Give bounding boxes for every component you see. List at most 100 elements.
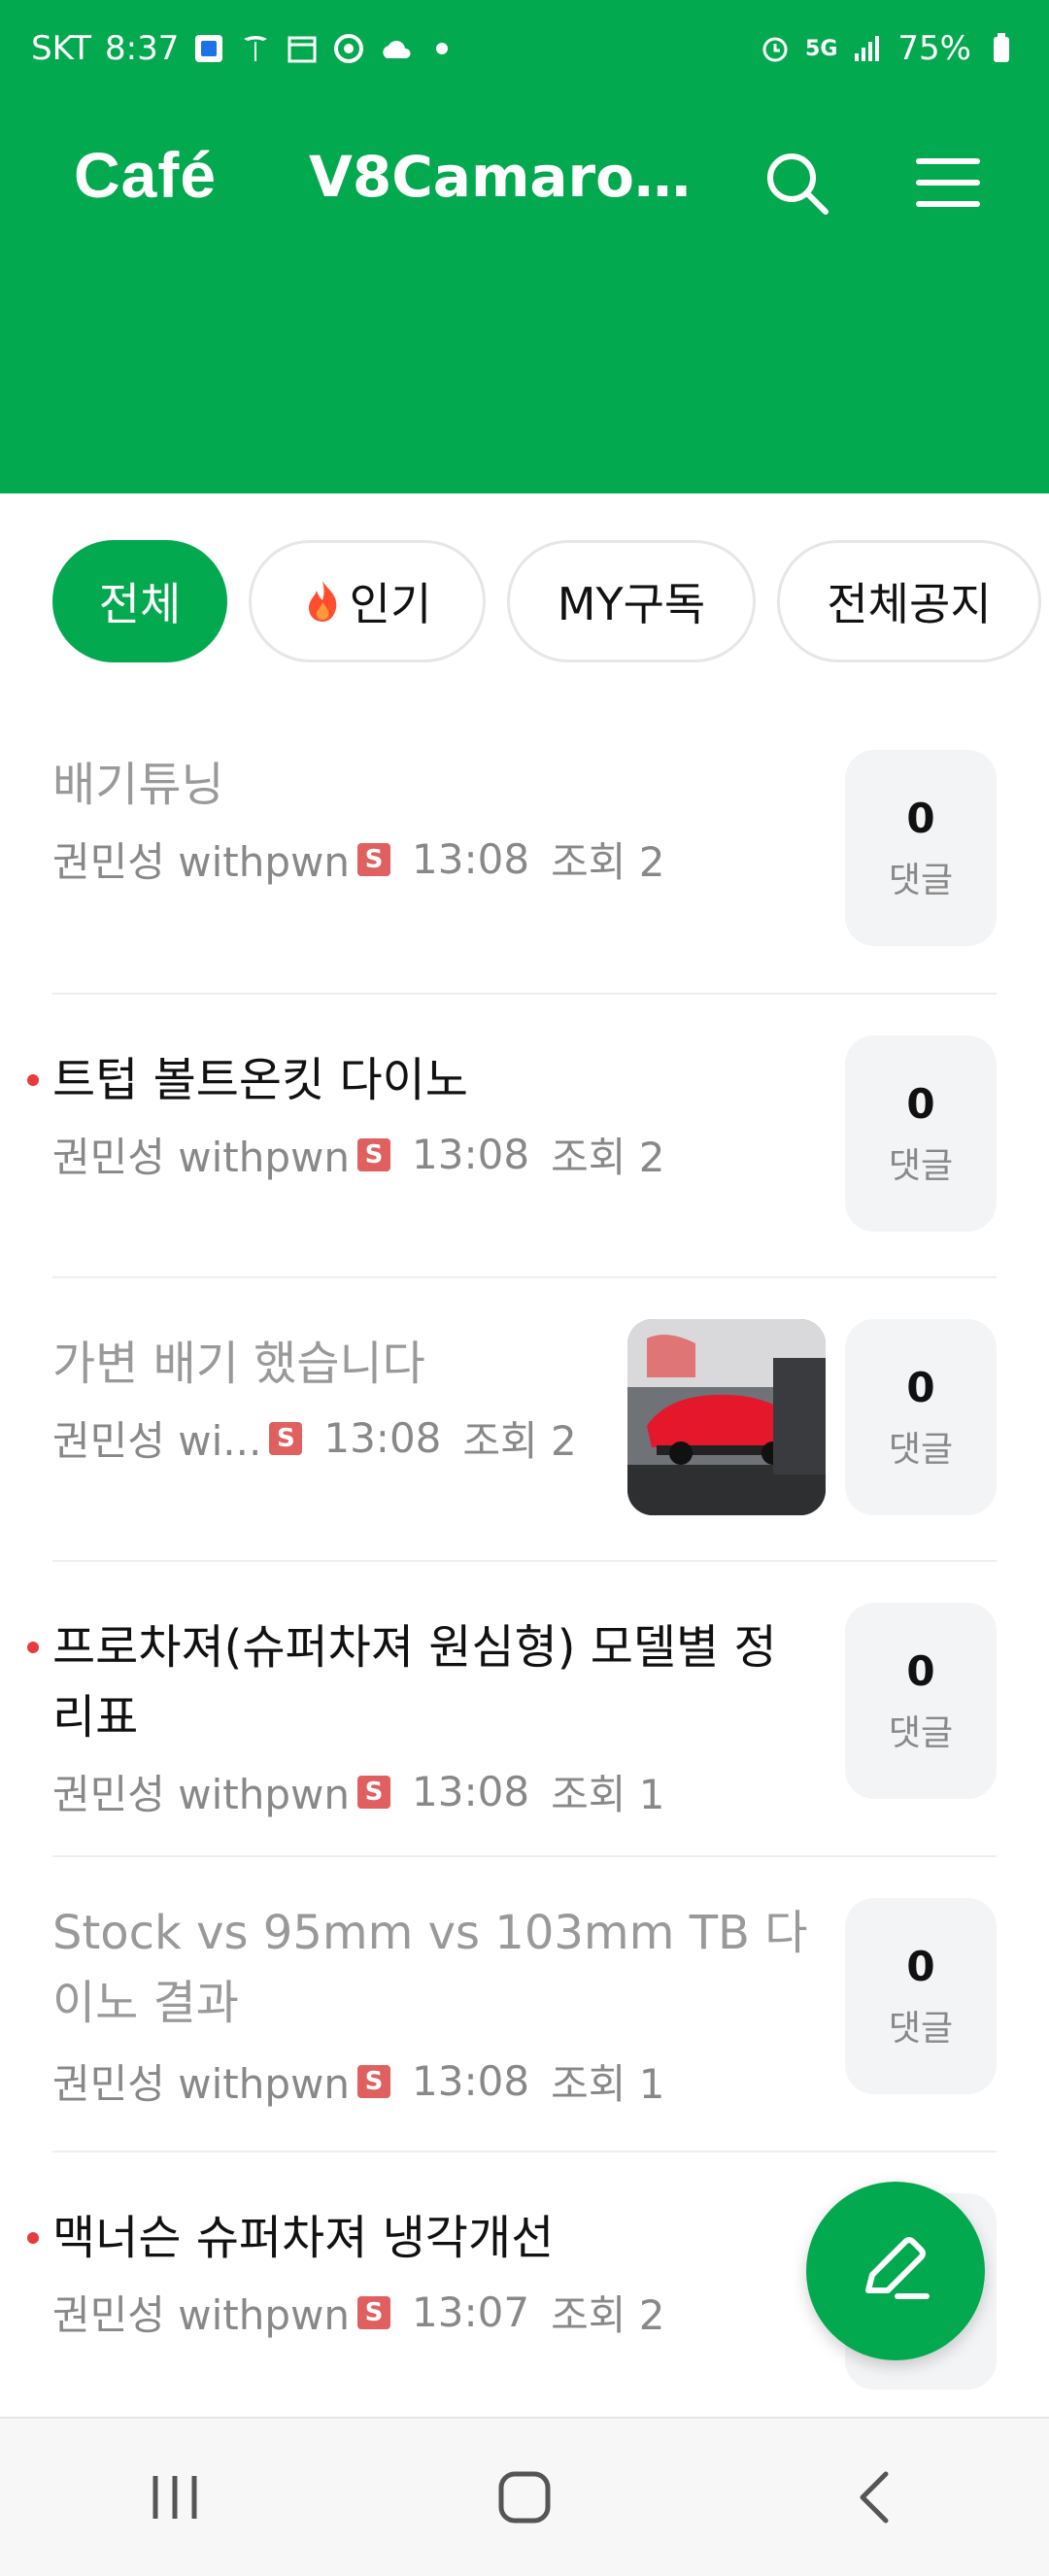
comment-label: 댓글 (888, 2008, 954, 2049)
unread-dot (27, 2232, 39, 2244)
list-item[interactable]: Stock vs 95mm vs 103mm TB 다이노 결과 권민성 wit… (52, 1857, 997, 2152)
post-meta: 권민성 withpwn S 13:08 조회 2 (52, 1125, 664, 1184)
home-button[interactable] (466, 2439, 583, 2556)
staff-badge: S (269, 1421, 303, 1455)
back-button[interactable] (816, 2439, 932, 2556)
cloud-icon (379, 32, 412, 65)
post-title: 배기튜닝 (52, 758, 224, 812)
comment-count: 0 (906, 1942, 935, 1990)
clock: 8:37 (105, 29, 180, 68)
post-views: 조회 1 (551, 1771, 665, 1818)
post-views: 조회 2 (551, 1134, 665, 1181)
calendar-icon (286, 32, 319, 65)
comment-label: 댓글 (888, 1429, 954, 1470)
post-meta: 권민성 wi... S 13:08 조회 2 (52, 1408, 577, 1468)
chip-my-subscriptions[interactable]: MY구독 (507, 540, 756, 662)
comment-count: 0 (906, 1646, 935, 1695)
post-author: 권민성 withpwn (52, 1134, 351, 1181)
post-views: 조회 2 (551, 838, 665, 886)
comment-count: 0 (906, 1079, 935, 1128)
menu-button[interactable] (909, 144, 987, 221)
comment-count-box[interactable]: 0 댓글 (845, 1035, 997, 1232)
post-author: 권민성 withpwn (52, 2291, 351, 2339)
home-icon (498, 2471, 551, 2524)
chip-label: 전체 (98, 578, 182, 630)
post-title: 프로차져(슈퍼차져 원심형) 모델별 정리표 (52, 1620, 777, 1745)
post-time: 13:08 (323, 1414, 442, 1462)
chrome-icon (332, 32, 365, 65)
post-list: 배기튜닝 권민성 withpwn S 13:08 조회 2 0 댓글 트텁 볼트… (0, 738, 1049, 2390)
post-meta: 권민성 withpwn S 13:08 조회 1 (52, 1762, 664, 1821)
battery-level: 75% (897, 29, 971, 68)
system-navigation-bar (0, 2417, 1049, 2576)
back-icon (860, 2471, 889, 2524)
filter-chips: 전체 인기 MY구독 전체공지 (52, 540, 1041, 662)
post-author: 권민성 withpwn (52, 1771, 351, 1818)
pencil-icon (865, 2237, 930, 2299)
comment-count: 0 (906, 794, 935, 842)
signal-icon (851, 32, 884, 65)
comment-count-box[interactable]: 0 댓글 (845, 1319, 997, 1515)
chip-popular[interactable]: 인기 (249, 540, 486, 662)
staff-badge: S (357, 2295, 391, 2329)
alarm-icon (759, 32, 792, 65)
staff-badge: S (357, 842, 391, 876)
chip-label: MY구독 (557, 578, 706, 630)
post-views: 조회 2 (462, 1417, 577, 1465)
unread-dot (27, 1074, 39, 1086)
comment-count-box[interactable]: 0 댓글 (845, 1898, 997, 2094)
post-title: Stock vs 95mm vs 103mm TB 다이노 결과 (52, 1906, 808, 2030)
post-time: 13:08 (412, 2057, 530, 2105)
post-author: 권민성 withpwn (52, 838, 351, 886)
cafe-name[interactable]: V8Camaro6 C... (309, 144, 717, 210)
post-author: 권민성 wi... (52, 1417, 262, 1465)
app-notification-icon (192, 32, 225, 65)
app-header: Café V8Camaro6 C... (0, 97, 1049, 493)
unread-dot (27, 1642, 39, 1653)
chip-all-notices[interactable]: 전체공지 (777, 540, 1041, 662)
chip-label: 전체공지 (827, 578, 992, 630)
post-meta: 권민성 withpwn S 13:08 조회 2 (52, 830, 664, 889)
tesla-icon (239, 32, 272, 65)
fire-icon (303, 579, 342, 624)
post-time: 13:07 (412, 2288, 530, 2336)
post-views: 조회 1 (551, 2060, 665, 2108)
post-meta: 권민성 withpwn S 13:07 조회 2 (52, 2283, 664, 2342)
comment-label: 댓글 (888, 1145, 954, 1186)
post-time: 13:08 (412, 1131, 530, 1178)
post-meta: 권민성 withpwn S 13:08 조회 1 (52, 2051, 664, 2111)
comment-label: 댓글 (888, 860, 954, 900)
comment-count-box[interactable]: 0 댓글 (845, 750, 997, 946)
write-post-button[interactable] (806, 2182, 985, 2360)
cafe-logo[interactable]: Café (74, 138, 217, 212)
recent-apps-icon (152, 2476, 197, 2519)
post-views: 조회 2 (551, 2291, 665, 2339)
recent-apps-button[interactable] (117, 2439, 233, 2556)
post-author: 권민성 withpwn (52, 2060, 351, 2108)
post-title: 가변 배기 했습니다 (52, 1337, 425, 1391)
staff-badge: S (357, 1137, 391, 1171)
comment-count-box[interactable]: 0 댓글 (845, 1603, 997, 1799)
search-button[interactable] (758, 144, 835, 221)
staff-badge: S (357, 1775, 391, 1809)
list-item[interactable]: 프로차져(슈퍼차져 원심형) 모델별 정리표 권민성 withpwn S 13:… (27, 1562, 997, 1857)
post-title: 트텁 볼트온킷 다이노 (52, 1053, 468, 1107)
post-thumbnail[interactable] (627, 1319, 826, 1515)
chip-all[interactable]: 전체 (52, 540, 227, 662)
battery-icon (985, 32, 1018, 65)
carrier: SKT (31, 29, 92, 68)
comment-count: 0 (906, 1363, 935, 1411)
post-time: 13:08 (412, 1768, 530, 1815)
list-item[interactable]: 가변 배기 했습니다 권민성 wi... S 13:08 조회 2 0 댓글 (52, 1278, 997, 1562)
list-item[interactable]: 배기튜닝 권민성 withpwn S 13:08 조회 2 0 댓글 (52, 738, 997, 995)
post-title: 맥너슨 슈퍼차져 냉각개선 (52, 2211, 555, 2265)
list-item[interactable]: 트텁 볼트온킷 다이노 권민성 withpwn S 13:08 조회 2 0 댓… (27, 995, 997, 1278)
car-photo-image (627, 1319, 826, 1515)
network-type: 5G (805, 36, 838, 61)
staff-badge: S (357, 2064, 391, 2098)
chip-label: 인기 (349, 578, 432, 630)
search-icon (767, 153, 829, 215)
dot-icon (425, 32, 458, 65)
hamburger-menu-icon (916, 158, 980, 207)
post-time: 13:08 (412, 835, 530, 883)
